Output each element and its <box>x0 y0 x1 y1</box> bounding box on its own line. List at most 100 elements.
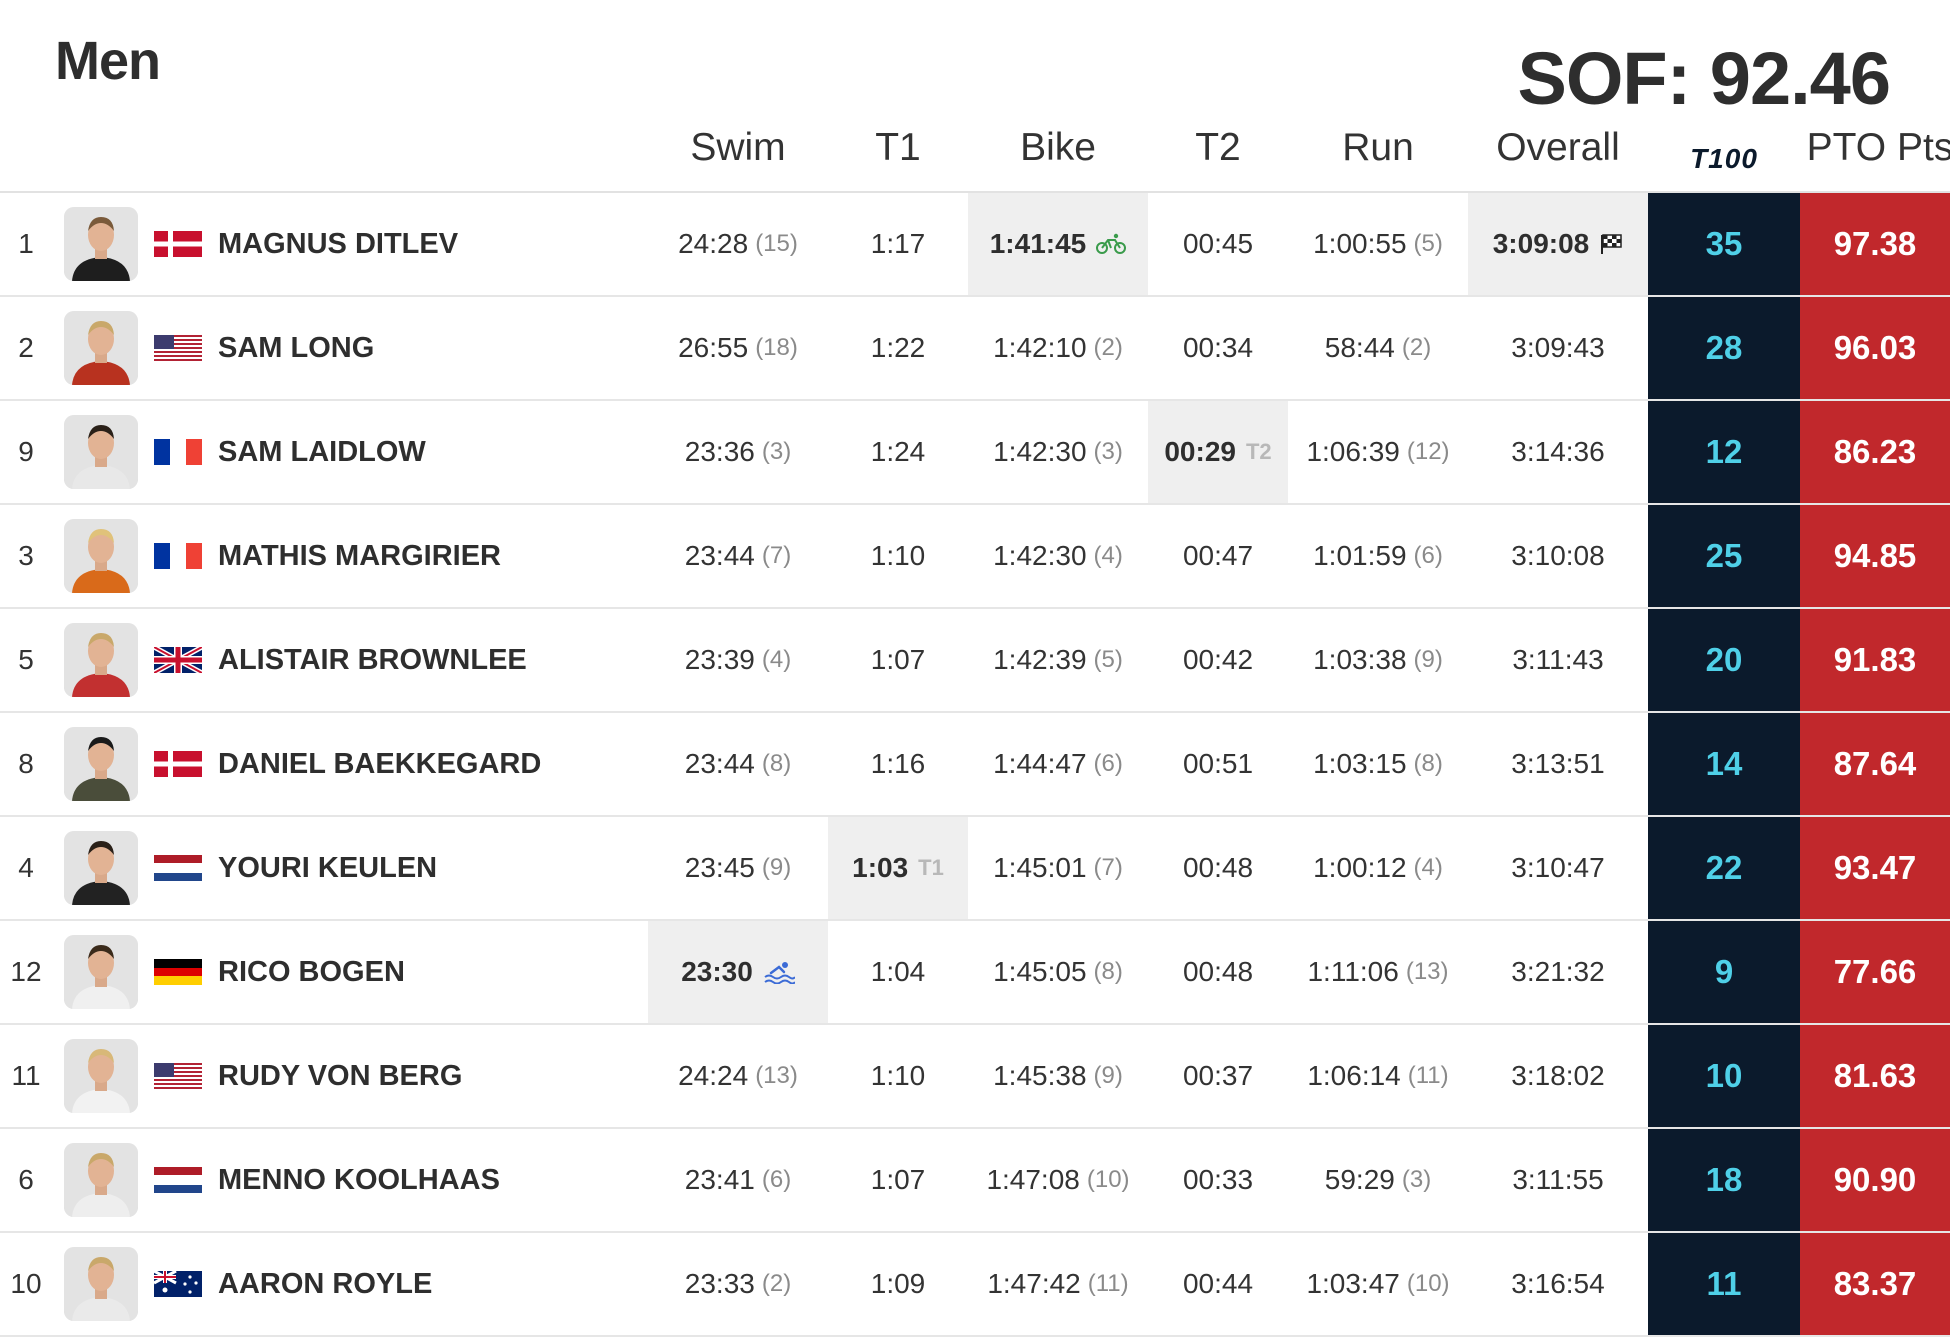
athlete-name[interactable]: RICO BOGEN <box>218 921 405 1023</box>
bike-cell: 1:47:08 (10) <box>968 1129 1148 1231</box>
header-overall[interactable]: Overall <box>1468 126 1648 170</box>
swim-cell: 23:41 (6) <box>648 1129 828 1231</box>
flag-denmark-icon <box>154 231 202 257</box>
bike-rank: (5) <box>1093 646 1123 673</box>
athlete-name[interactable]: YOURI KEULEN <box>218 817 437 919</box>
athlete-name[interactable]: MAGNUS DITLEV <box>218 193 458 295</box>
pto-points: 86.23 <box>1800 401 1950 503</box>
bike-time: 1:44:47 <box>993 748 1087 779</box>
athlete-name[interactable]: SAM LAIDLOW <box>218 401 426 503</box>
finish-flag-icon <box>1601 234 1622 254</box>
avatar[interactable] <box>64 935 138 1009</box>
run-rank: (2) <box>1401 334 1432 361</box>
athlete-name[interactable]: MENNO KOOLHAAS <box>218 1129 500 1231</box>
run-cell: 59:29 (3) <box>1288 1129 1468 1231</box>
t2-cell: 00:47 <box>1148 505 1288 607</box>
flag-usa-icon <box>154 335 202 361</box>
t2-cell: 00:37 <box>1148 1025 1288 1127</box>
header-t2[interactable]: T2 <box>1148 126 1288 170</box>
avatar[interactable] <box>64 415 138 489</box>
table-row[interactable]: 4 YOURI KEULEN 23:45 (9) 1:03 T1 1:45:01 (7) 00:… <box>0 817 1950 921</box>
athlete-name[interactable]: SAM LONG <box>218 297 374 399</box>
pto-points: 93.47 <box>1800 817 1950 919</box>
header-swim[interactable]: Swim <box>648 126 828 170</box>
table-row[interactable]: 1 MAGNUS DITLEV 24:28 (15) 1:17 1:41:45 00:45 1… <box>0 193 1950 297</box>
overall-cell: 3:09:43 <box>1468 297 1648 399</box>
table-row[interactable]: 5 ALISTAIR BROWNLEE 23:39 (4) 1:07 1:42:39 (5)… <box>0 609 1950 713</box>
t1-cell: 1:07 <box>828 1129 968 1231</box>
swim-rank: (13) <box>755 1062 798 1089</box>
header-run[interactable]: Run <box>1288 126 1468 170</box>
athlete-name[interactable]: DANIEL BAEKKEGARD <box>218 713 541 815</box>
avatar[interactable] <box>64 1247 138 1321</box>
swim-time: 23:36 <box>684 436 755 467</box>
t2-time: 00:29 <box>1164 436 1236 467</box>
table-row[interactable]: 3 MATHIS MARGIRIER 23:44 (7) 1:10 1:42:30 (4) 0… <box>0 505 1950 609</box>
bike-rank: (11) <box>1087 1270 1129 1297</box>
bike-cell: 1:45:01 (7) <box>968 817 1148 919</box>
header-t1[interactable]: T1 <box>828 126 968 170</box>
t2-time: 00:51 <box>1182 748 1254 779</box>
table-row[interactable]: 6 MENNO KOOLHAAS 23:41 (6) 1:07 1:47:08 (10) 00… <box>0 1129 1950 1233</box>
pto-points: 94.85 <box>1800 505 1950 607</box>
avatar[interactable] <box>64 623 138 697</box>
overall-cell: 3:16:54 <box>1468 1233 1648 1335</box>
table-row[interactable]: 2 SAM LONG 26:55 (18) 1:22 1:42:10 (2) 00:34 58:… <box>0 297 1950 401</box>
avatar[interactable] <box>64 207 138 281</box>
position: 3 <box>18 540 34 571</box>
run-time: 58:44 <box>1324 332 1395 363</box>
table-row[interactable]: 9 SAM LAIDLOW 23:36 (3) 1:24 1:42:30 (3) 00:29 T… <box>0 401 1950 505</box>
t2-cell: 00:48 <box>1148 921 1288 1023</box>
avatar[interactable] <box>64 519 138 593</box>
run-cell: 1:06:14 (11) <box>1288 1025 1468 1127</box>
avatar[interactable] <box>64 831 138 905</box>
table-row[interactable]: 8 DANIEL BAEKKEGARD 23:44 (8) 1:16 1:44:47 (6)… <box>0 713 1950 817</box>
avatar[interactable] <box>64 311 138 385</box>
avatar[interactable] <box>64 1039 138 1113</box>
swim-rank: (4) <box>761 646 792 673</box>
swim-time: 23:44 <box>684 540 755 571</box>
pto-points: 96.03 <box>1800 297 1950 399</box>
swim-rank: (7) <box>761 542 792 569</box>
swim-cell: 23:36 (3) <box>648 401 828 503</box>
bike-time: 1:45:01 <box>993 852 1087 883</box>
run-rank: (9) <box>1413 646 1443 673</box>
t1-best-tag: T1 <box>918 855 944 880</box>
run-time: 1:01:59 <box>1313 540 1407 571</box>
t1-time: 1:10 <box>870 540 926 571</box>
overall-time: 3:13:51 <box>1511 748 1605 779</box>
run-cell: 1:00:12 (4) <box>1288 817 1468 919</box>
swim-cell: 24:28 (15) <box>648 193 828 295</box>
pto-points: 77.66 <box>1800 921 1950 1023</box>
t100-logo[interactable]: T100 <box>1648 138 1800 178</box>
position: 5 <box>18 644 34 675</box>
table-row[interactable]: 12 RICO BOGEN 23:30 1:04 1:45:05 (8) 00:48 1:11… <box>0 921 1950 1025</box>
athlete-name[interactable]: AARON ROYLE <box>218 1233 432 1335</box>
t1-cell: 1:16 <box>828 713 968 815</box>
run-rank: (11) <box>1407 1062 1449 1089</box>
bike-cell: 1:45:38 (9) <box>968 1025 1148 1127</box>
header-pto-pts[interactable]: PTO Pts <box>1800 126 1950 170</box>
run-rank: (8) <box>1413 750 1443 777</box>
avatar[interactable] <box>64 727 138 801</box>
overall-cell: 3:14:36 <box>1468 401 1648 503</box>
bike-rank: (6) <box>1093 750 1123 777</box>
flag-netherlands-icon <box>154 855 202 881</box>
t100-points: 28 <box>1648 297 1800 399</box>
t2-cell: 00:44 <box>1148 1233 1288 1335</box>
t100-points: 22 <box>1648 817 1800 919</box>
athlete-name[interactable]: RUDY VON BERG <box>218 1025 462 1127</box>
t2-time: 00:45 <box>1182 228 1254 259</box>
t100-points: 25 <box>1648 505 1800 607</box>
flag-usa-icon <box>154 1063 202 1089</box>
t100-points: 10 <box>1648 1025 1800 1127</box>
athlete-name[interactable]: MATHIS MARGIRIER <box>218 505 501 607</box>
table-row[interactable]: 10 AARON ROYLE 23:33 (2) 1:09 1:47:42 (11) 00:4… <box>0 1233 1950 1337</box>
avatar[interactable] <box>64 1143 138 1217</box>
flag-denmark-icon <box>154 751 202 777</box>
header-bike[interactable]: Bike <box>968 126 1148 170</box>
table-row[interactable]: 11 RUDY VON BERG 24:24 (13) 1:10 1:45:38 (9) 00… <box>0 1025 1950 1129</box>
athlete-name[interactable]: ALISTAIR BROWNLEE <box>218 609 527 711</box>
overall-time: 3:14:36 <box>1511 436 1605 467</box>
results-table: 1 MAGNUS DITLEV 24:28 (15) 1:17 1:41:45 00:45 1… <box>0 191 1950 1337</box>
